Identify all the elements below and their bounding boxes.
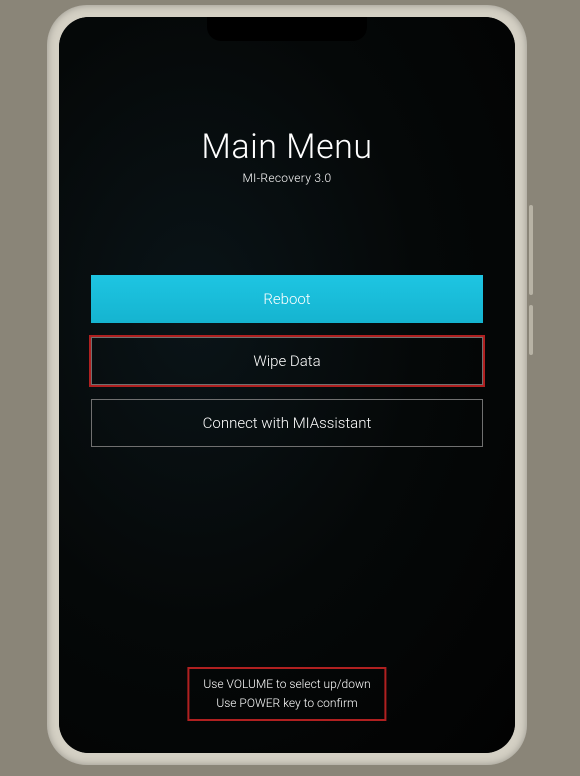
menu-item-reboot[interactable]: Reboot	[91, 275, 483, 323]
recovery-screen: Main Menu MI-Recovery 3.0 Reboot Wipe Da…	[59, 17, 515, 753]
page-subtitle: MI-Recovery 3.0	[87, 171, 487, 185]
page-title: Main Menu	[87, 127, 487, 167]
phone-bezel: Main Menu MI-Recovery 3.0 Reboot Wipe Da…	[59, 17, 515, 753]
header: Main Menu MI-Recovery 3.0	[87, 127, 487, 185]
display-notch	[207, 17, 367, 41]
menu-item-label: Connect with MIAssistant	[203, 414, 372, 432]
volume-button[interactable]	[529, 205, 533, 295]
menu-item-label: Wipe Data	[253, 352, 320, 370]
phone-frame: Main Menu MI-Recovery 3.0 Reboot Wipe Da…	[47, 5, 527, 765]
instruction-line-1: Use VOLUME to select up/down	[203, 675, 370, 694]
menu-item-wipe-data[interactable]: Wipe Data	[91, 337, 483, 385]
power-button[interactable]	[529, 305, 533, 355]
instruction-line-2: Use POWER key to confirm	[203, 694, 370, 713]
main-menu: Reboot Wipe Data Connect with MIAssistan…	[87, 275, 487, 447]
instructions: Use VOLUME to select up/down Use POWER k…	[189, 669, 384, 719]
menu-item-label: Reboot	[263, 290, 310, 308]
menu-item-miassistant[interactable]: Connect with MIAssistant	[91, 399, 483, 447]
